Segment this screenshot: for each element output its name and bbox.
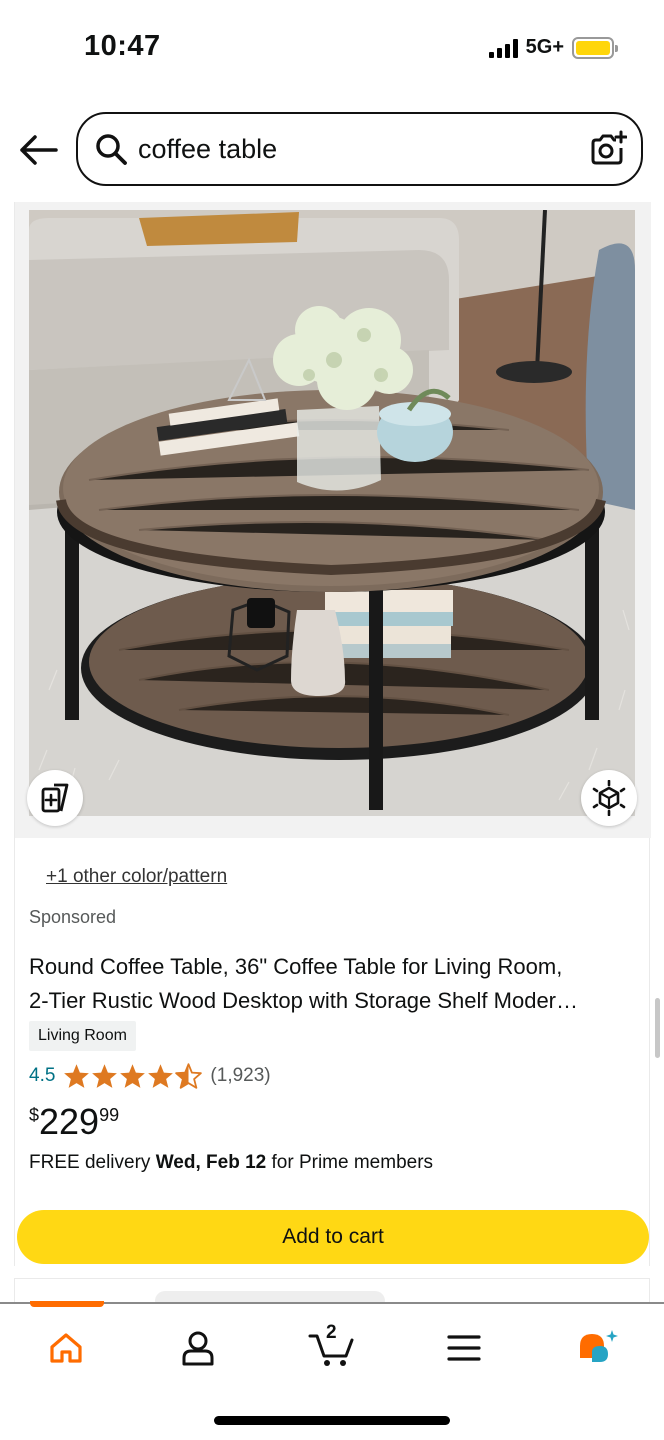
product-card[interactable]: +1 other color/pattern Sponsored Round C…	[14, 202, 651, 1266]
home-indicator	[214, 1416, 450, 1425]
network-label: 5G+	[525, 36, 564, 58]
menu-icon	[447, 1335, 481, 1361]
product-title[interactable]: Round Coffee Table, 36" Coffee Table for…	[29, 950, 639, 1018]
color-options-link[interactable]: +1 other color/pattern	[46, 866, 227, 888]
price-whole: 229	[39, 1101, 100, 1142]
ar-cube-icon	[592, 780, 626, 816]
review-count[interactable]: (1,923)	[210, 1065, 270, 1087]
delivery-suffix: for Prime members	[266, 1152, 434, 1173]
add-to-cart-button[interactable]: Add to cart	[17, 1210, 649, 1264]
star-icon	[148, 1064, 174, 1088]
star-icon	[120, 1064, 146, 1088]
sponsored-label: Sponsored	[29, 907, 117, 927]
price-symbol: $	[29, 1105, 40, 1125]
product-title-line-1[interactable]: Round Coffee Table, 36" Coffee Table for…	[29, 950, 639, 984]
nav-menu[interactable]	[436, 1326, 492, 1370]
cart-count: 2	[326, 1322, 337, 1343]
product-image-area[interactable]	[15, 202, 651, 838]
back-arrow-icon[interactable]	[18, 134, 58, 166]
signal-icon	[488, 38, 518, 58]
search-header	[0, 100, 664, 200]
search-bar[interactable]	[76, 112, 643, 186]
active-tab-indicator	[30, 1301, 104, 1307]
status-bar: 10:47 5G+	[0, 0, 664, 100]
scrollbar[interactable]	[655, 998, 660, 1058]
category-badge: Living Room	[29, 1021, 136, 1051]
price: $ 229 99	[29, 1098, 119, 1146]
nav-home[interactable]	[38, 1326, 94, 1370]
compare-button[interactable]	[27, 770, 83, 826]
rating-row[interactable]: 4.5 (1,923)	[29, 1061, 271, 1091]
home-icon	[50, 1333, 82, 1363]
view-in-room-button[interactable]	[581, 770, 637, 826]
account-icon	[182, 1331, 214, 1366]
nav-account[interactable]	[170, 1326, 226, 1370]
nav-cart[interactable]: 2	[304, 1322, 362, 1370]
rufus-assistant-icon	[580, 1330, 618, 1362]
compare-icon	[41, 783, 69, 813]
status-indicators: 5G+	[488, 36, 618, 59]
battery-icon	[572, 36, 618, 59]
search-input[interactable]	[138, 134, 558, 165]
star-rating[interactable]	[63, 1063, 203, 1089]
star-icon	[64, 1064, 90, 1088]
delivery-date: Wed, Feb 12	[155, 1152, 267, 1173]
camera-icon[interactable]	[589, 130, 627, 168]
status-time: 10:47	[84, 30, 161, 62]
search-icon	[96, 134, 127, 165]
product-image[interactable]	[29, 210, 635, 816]
star-icon	[92, 1064, 118, 1088]
delivery-prefix: FREE delivery	[29, 1152, 156, 1173]
delivery-info: FREE delivery Wed, Feb 12 for Prime memb…	[29, 1152, 433, 1174]
nav-rufus[interactable]	[570, 1326, 626, 1370]
price-fraction: 99	[99, 1105, 120, 1125]
product-title-line-2[interactable]: 2-Tier Rustic Wood Desktop with Storage …	[29, 984, 639, 1018]
half-star-icon	[175, 1063, 203, 1089]
rating-value: 4.5	[29, 1065, 56, 1086]
